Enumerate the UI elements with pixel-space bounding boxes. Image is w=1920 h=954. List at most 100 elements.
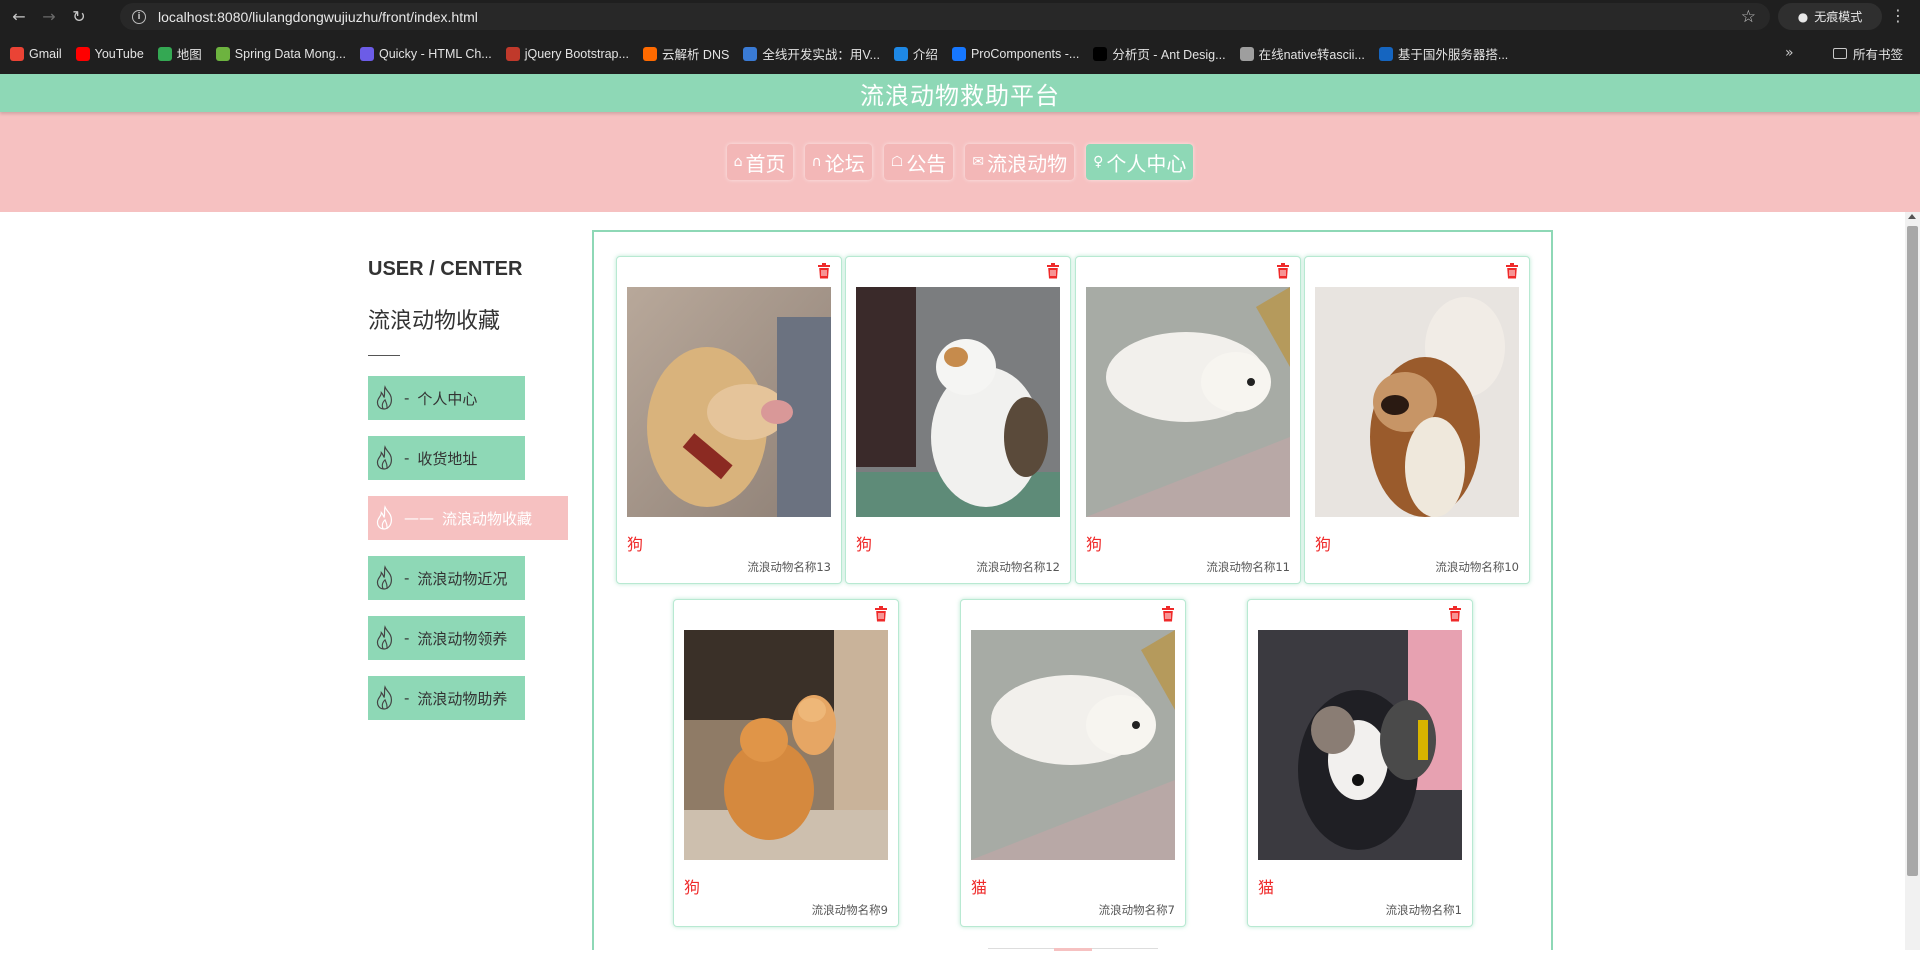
sidebar-item[interactable]: —— 流浪动物收藏 xyxy=(368,496,568,540)
trash-icon[interactable] xyxy=(1046,263,1060,279)
nav-item-label: 首页 xyxy=(745,151,786,176)
user-center-sidebar: USER / CENTER 流浪动物收藏 - 个人中心 - 收货地址 —— 流浪动物收藏 -… xyxy=(368,258,568,736)
bookmark-item[interactable]: 地图 xyxy=(157,44,202,63)
animal-photo[interactable] xyxy=(684,630,888,860)
animal-photo[interactable] xyxy=(1315,287,1519,517)
animal-name: 流浪动物名称12 xyxy=(976,560,1060,574)
nav-item[interactable]: ⌂ 首页 xyxy=(726,144,793,180)
nav-item[interactable]: ∩ 论坛 xyxy=(804,144,872,180)
trash-icon[interactable] xyxy=(1505,263,1519,279)
animal-photo[interactable] xyxy=(856,287,1060,517)
bookmark-item[interactable]: Gmail xyxy=(10,46,62,61)
animal-name: 流浪动物名称13 xyxy=(747,560,831,574)
bookmark-item[interactable]: YouTube xyxy=(75,46,144,61)
nav-item-label: 论坛 xyxy=(824,151,865,176)
trash-icon[interactable] xyxy=(1276,263,1290,279)
favorite-card[interactable]: 狗流浪动物名称9 xyxy=(673,599,899,927)
bookmark-item[interactable]: 基于国外服务器搭... xyxy=(1378,44,1509,63)
animal-type: 狗 xyxy=(627,535,644,554)
sidebar-item-dash: - xyxy=(404,389,410,407)
bookmark-item[interactable]: 介绍 xyxy=(893,44,938,63)
animal-photo[interactable] xyxy=(1258,630,1462,860)
nav-item[interactable]: ☖ 公告 xyxy=(883,144,954,180)
nav-item-label: 个人中心 xyxy=(1106,151,1187,176)
scrollbar-thumb[interactable] xyxy=(1907,226,1918,876)
nav-item[interactable]: ♀ 个人中心 xyxy=(1086,144,1194,180)
url-text[interactable]: localhost:8080/liulangdongwujiuzhu/front… xyxy=(158,9,478,25)
nav-item[interactable]: ✉ 流浪动物 xyxy=(965,144,1075,180)
bookmark-star-icon[interactable]: ☆ xyxy=(1741,7,1756,27)
flame-icon xyxy=(374,625,396,651)
bookmark-favicon-icon xyxy=(1093,46,1108,61)
site-info-icon[interactable]: i xyxy=(132,9,146,24)
bookmark-item[interactable]: 云解析 DNS xyxy=(642,44,730,63)
bookmarks-bar: Gmail YouTube 地图 Spring Data Mong... Quicky … xyxy=(0,33,1920,74)
favorite-card[interactable]: 狗流浪动物名称13 xyxy=(616,256,842,584)
sidebar-item[interactable]: - 收货地址 xyxy=(368,436,525,480)
bookmark-item[interactable]: 全线开发实战：用V... xyxy=(743,44,880,63)
nav-item-label: 公告 xyxy=(906,151,947,176)
bookmark-item[interactable]: ProComponents -... xyxy=(951,46,1079,61)
back-icon[interactable]: ← xyxy=(8,6,30,28)
incognito-badge[interactable]: ● 无痕模式 xyxy=(1778,3,1882,30)
bookmark-item[interactable]: Quicky - HTML Ch... xyxy=(359,46,492,61)
favorite-card[interactable]: 狗流浪动物名称12 xyxy=(845,256,1071,584)
folder-icon xyxy=(1833,48,1847,59)
scroll-up-icon[interactable] xyxy=(1908,214,1916,219)
trash-icon[interactable] xyxy=(817,263,831,279)
sidebar-item-label: 流浪动物助养 xyxy=(417,689,508,708)
trash-icon[interactable] xyxy=(874,606,888,622)
animal-photo[interactable] xyxy=(1086,287,1290,517)
forward-icon[interactable]: → xyxy=(38,6,60,28)
bookmark-item[interactable]: 在线native转ascii... xyxy=(1239,44,1365,63)
pagination[interactable] xyxy=(988,948,1158,954)
trash-icon[interactable] xyxy=(1448,606,1462,622)
favorite-card[interactable]: 猫流浪动物名称1 xyxy=(1247,599,1473,927)
favorite-card[interactable]: 猫流浪动物名称7 xyxy=(960,599,1186,927)
sidebar-item-dash: - xyxy=(404,449,410,467)
site-title: 流浪动物救助平台 xyxy=(860,81,1060,110)
bookmark-label: 介绍 xyxy=(912,48,938,62)
favorite-card[interactable]: 狗流浪动物名称11 xyxy=(1075,256,1301,584)
animal-photo[interactable] xyxy=(971,630,1175,860)
main-nav: ⌂ 首页 ∩ 论坛 ☖ 公告 ✉ 流浪动物 ♀ 个人中心 xyxy=(0,112,1920,212)
bookmark-item[interactable]: 分析页 - Ant Desig... xyxy=(1093,44,1226,63)
page-scrollbar[interactable] xyxy=(1905,212,1920,950)
sidebar-menu: - 个人中心 - 收货地址 —— 流浪动物收藏 - 流浪动物近况 - 流浪动物领养 - 流浪动物助养 xyxy=(368,376,568,720)
trash-icon[interactable] xyxy=(1161,606,1175,622)
bookmark-label: Gmail xyxy=(29,46,62,61)
sidebar-subtitle: 流浪动物收藏 xyxy=(368,309,501,334)
animal-name: 流浪动物名称1 xyxy=(1385,903,1462,917)
bookmark-favicon-icon xyxy=(215,46,230,61)
flame-icon xyxy=(374,445,396,471)
bookmark-item[interactable]: Spring Data Mong... xyxy=(215,46,346,61)
animal-name: 流浪动物名称11 xyxy=(1206,560,1290,574)
bookmark-item[interactable]: jQuery Bootstrap... xyxy=(505,46,629,61)
sidebar-divider xyxy=(368,355,400,356)
all-bookmarks-button[interactable]: 所有书签 xyxy=(1833,44,1903,63)
sidebar-item[interactable]: - 个人中心 xyxy=(368,376,525,420)
sidebar-item[interactable]: - 流浪动物近况 xyxy=(368,556,525,600)
bookmark-favicon-icon xyxy=(642,46,657,61)
animal-type: 狗 xyxy=(684,878,701,897)
sidebar-item[interactable]: - 流浪动物领养 xyxy=(368,616,525,660)
reload-icon[interactable]: ↻ xyxy=(68,6,90,28)
bookmark-favicon-icon xyxy=(359,46,374,61)
address-bar[interactable]: i localhost:8080/liulangdongwujiuzhu/fro… xyxy=(120,3,1770,30)
incognito-label: 无痕模式 xyxy=(1814,10,1863,24)
bookmark-label: Spring Data Mong... xyxy=(234,46,346,61)
site-header: 流浪动物救助平台 xyxy=(0,74,1920,112)
sidebar-item-dash: - xyxy=(404,629,410,647)
animal-name: 流浪动物名称7 xyxy=(1098,903,1175,917)
more-bookmarks-icon[interactable]: » xyxy=(1785,45,1794,61)
bookmark-label: 基于国外服务器搭... xyxy=(1397,48,1509,62)
sidebar-item[interactable]: - 流浪动物助养 xyxy=(368,676,525,720)
animal-photo[interactable] xyxy=(627,287,831,517)
bookmark-label: 在线native转ascii... xyxy=(1258,48,1365,62)
gift-icon: ☖ xyxy=(890,154,904,170)
favorite-card[interactable]: 狗流浪动物名称10 xyxy=(1304,256,1530,584)
browser-menu-icon[interactable]: ⋮ xyxy=(1890,6,1906,25)
bookmark-label: 分析页 - Ant Desig... xyxy=(1112,48,1226,62)
bookmark-label: 云解析 DNS xyxy=(661,48,730,62)
bookmark-label: 地图 xyxy=(176,48,202,62)
